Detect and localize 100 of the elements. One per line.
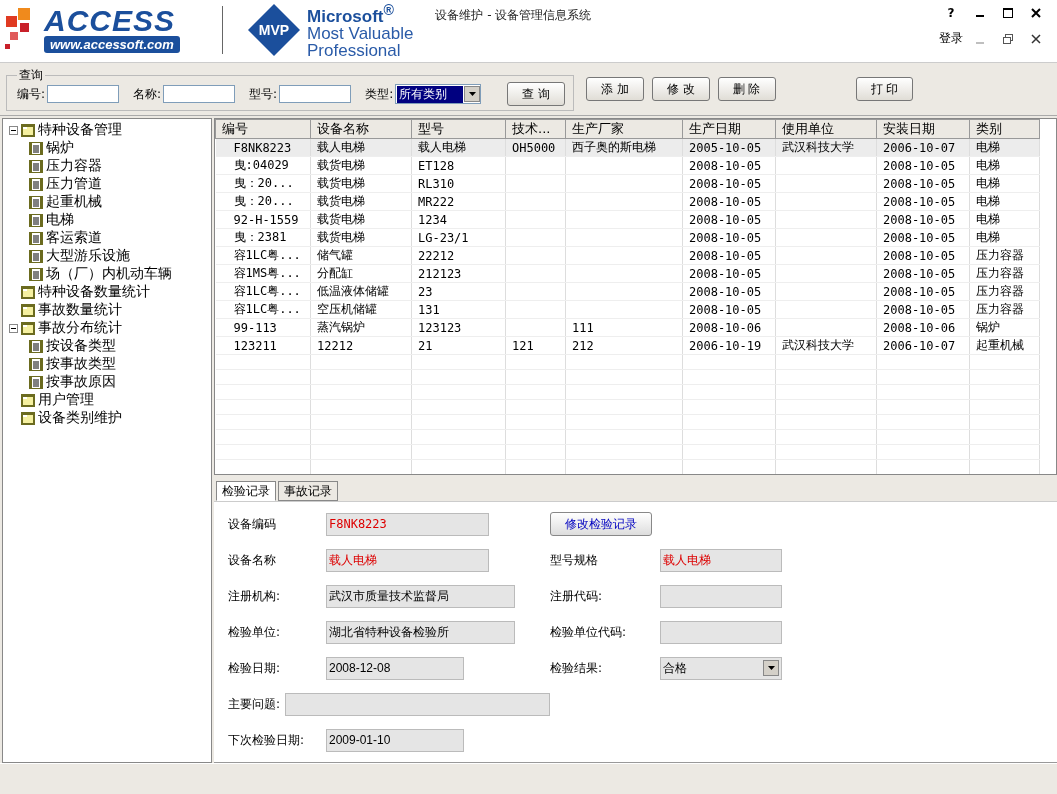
table-cell: 123211 (233, 338, 277, 353)
close-icon[interactable] (1031, 8, 1041, 18)
column-header[interactable]: 技术... (505, 119, 566, 139)
tree-item[interactable]: 压力容器 (46, 157, 102, 175)
column-header[interactable]: 设备名称 (310, 119, 412, 139)
input-field[interactable]: 湖北省特种设备检验所 (326, 620, 515, 644)
table-cell: ET128 (418, 158, 455, 173)
help-button[interactable]: ? (947, 6, 955, 20)
field-label: 设备编码 (228, 515, 277, 533)
field-label: 编号: (17, 85, 46, 103)
table-cell: 2006-10-19 (689, 338, 762, 353)
tree-item[interactable]: 客运索道 (46, 229, 102, 247)
input-field[interactable]: 武汉市质量技术监督局 (326, 584, 515, 608)
result-dropdown[interactable]: 合格 (660, 656, 782, 680)
search-button[interactable]: 查 询 (507, 82, 565, 106)
tree-item[interactable]: 场（厂）内机动车辆 (46, 265, 172, 283)
column-header[interactable]: 生产厂家 (565, 119, 683, 139)
column-header[interactable]: 使用单位 (775, 119, 877, 139)
table-cell: 2008-10-05 (883, 284, 956, 299)
input-field[interactable]: F8NK8223 (326, 512, 489, 536)
tree-item[interactable]: 特种设备数量统计 (38, 283, 150, 301)
tree-item[interactable]: 电梯 (46, 211, 74, 229)
input-field[interactable] (47, 85, 120, 103)
login-link[interactable]: 登录 (939, 30, 963, 47)
table-cell: 2008-10-05 (689, 302, 762, 317)
expander-icon[interactable] (9, 323, 18, 333)
table-cell: 载人电梯 (418, 140, 466, 154)
field-label: 型号: (249, 85, 278, 103)
column-header[interactable]: 编号 (215, 119, 311, 139)
table-cell: 2008-10-05 (689, 176, 762, 191)
table-row[interactable]: F8NK8223 载人电梯 载人电梯 OH5000 西子奥的斯电梯 2005-10-05 武汉科技大学 2006-10-07 电梯 (215, 138, 1040, 157)
folder-icon (21, 285, 35, 299)
input-field[interactable] (163, 85, 236, 103)
action-button[interactable]: 修 改 (651, 77, 710, 101)
table-row[interactable]: 容1LC粤... 低温液体储罐 23 2008-10-05 2008-10-05 压力容器 (215, 282, 1040, 301)
tree-item[interactable]: 锅炉 (46, 139, 74, 157)
expander-icon[interactable] (9, 125, 18, 135)
table-cell: 电梯 (976, 140, 1000, 154)
table-cell: 容1LC粤... (233, 284, 301, 298)
action-button[interactable]: 删 除 (717, 77, 776, 101)
type-dropdown[interactable]: 所有类别 (395, 84, 482, 104)
tree-item[interactable]: 用户管理 (38, 391, 94, 409)
table-cell: 蒸汽锅炉 (317, 320, 365, 334)
edit-record-button[interactable]: 修改检验记录 (550, 512, 652, 536)
print-button[interactable]: 打 印 (855, 77, 914, 101)
input-field[interactable] (660, 620, 782, 644)
table-row[interactable]: 99-113 蒸汽锅炉 123123 111 2008-10-06 2008-10-06 锅炉 (215, 318, 1040, 337)
table-cell: 22212 (418, 248, 455, 263)
table-cell: 分配缸 (317, 266, 353, 280)
maximize-icon[interactable] (1003, 8, 1013, 18)
column-header[interactable]: 类别 (969, 119, 1040, 139)
tab[interactable]: 事故记录 (278, 481, 338, 501)
table-row[interactable]: 曳：2381 载货电梯 LG-23/1 2008-10-05 2008-10-05 电梯 (215, 228, 1040, 247)
table-row[interactable]: 容1LC粤... 储气罐 22212 2008-10-05 2008-10-05 压力容器 (215, 246, 1040, 265)
table-cell: 2008-10-05 (883, 194, 956, 209)
input-field[interactable] (284, 692, 550, 716)
table-row[interactable]: 曳：20... 载货电梯 MR222 2008-10-05 2008-10-05 电梯 (215, 192, 1040, 211)
tree-item[interactable]: 特种设备管理 (38, 121, 122, 139)
table-cell: 2006-10-07 (883, 140, 956, 155)
table-cell: 2008-10-05 (883, 230, 956, 245)
tree-item[interactable]: 大型游乐设施 (46, 247, 130, 265)
tree-item[interactable]: 设备类别维护 (38, 409, 122, 427)
close-icon[interactable] (1031, 33, 1041, 44)
table-cell: 99-113 (233, 320, 277, 335)
tree-item[interactable]: 事故分布统计 (38, 319, 122, 337)
table-row[interactable]: 容1LC粤... 空压机储罐 131 2008-10-05 2008-10-05 压力容器 (215, 300, 1040, 319)
column-header[interactable]: 安装日期 (876, 119, 970, 139)
table-row[interactable]: 容1MS粤... 分配缸 212123 2008-10-05 2008-10-05 压力容器 (215, 264, 1040, 283)
tree-item[interactable]: 起重机械 (46, 193, 102, 211)
input-field[interactable]: 2008-12-08 (326, 656, 464, 680)
restore-icon[interactable] (1003, 33, 1013, 44)
action-button[interactable]: 添 加 (586, 77, 644, 101)
field-label: 注册机构: (228, 587, 282, 605)
input-field[interactable] (279, 85, 352, 103)
input-field[interactable] (660, 584, 782, 608)
column-header[interactable]: 型号 (411, 119, 506, 139)
folder-icon (21, 411, 35, 425)
table-cell: 曳：2381 (233, 230, 287, 244)
table-row[interactable]: 曳:04029 载货电梯 ET128 2008-10-05 2008-10-05 电梯 (215, 156, 1040, 175)
document-icon (29, 267, 43, 281)
tree-item[interactable]: 压力管道 (46, 175, 102, 193)
tree-item[interactable]: 按事故原因 (46, 373, 116, 391)
table-row[interactable]: 92-H-1559 载货电梯 1234 2008-10-05 2008-10-05 电梯 (215, 210, 1040, 229)
table-row[interactable]: 曳：20... 载货电梯 RL310 2008-10-05 2008-10-05 电梯 (215, 174, 1040, 193)
table-cell: 载货电梯 (317, 176, 365, 190)
input-field[interactable]: 载人电梯 (660, 548, 782, 572)
table-row[interactable]: 123211 12212 21 121 212 2006-10-19 武汉科技大学 2006-10-07 起重机械 (215, 336, 1040, 355)
tab[interactable]: 检验记录 (216, 481, 276, 501)
document-icon (29, 339, 43, 353)
column-header[interactable]: 生产日期 (682, 119, 776, 139)
table-cell: 23 (418, 284, 433, 299)
table-cell: 12212 (317, 338, 354, 353)
tree-item[interactable]: 按设备类型 (46, 337, 116, 355)
tree-item[interactable]: 事故数量统计 (38, 301, 122, 319)
table-cell: 空压机储罐 (317, 302, 377, 316)
table-cell: 武汉科技大学 (782, 338, 854, 352)
field-label: 名称: (133, 85, 162, 103)
input-field[interactable]: 载人电梯 (326, 548, 489, 572)
tree-item[interactable]: 按事故类型 (46, 355, 116, 373)
input-field[interactable]: 2009-01-10 (326, 728, 464, 752)
